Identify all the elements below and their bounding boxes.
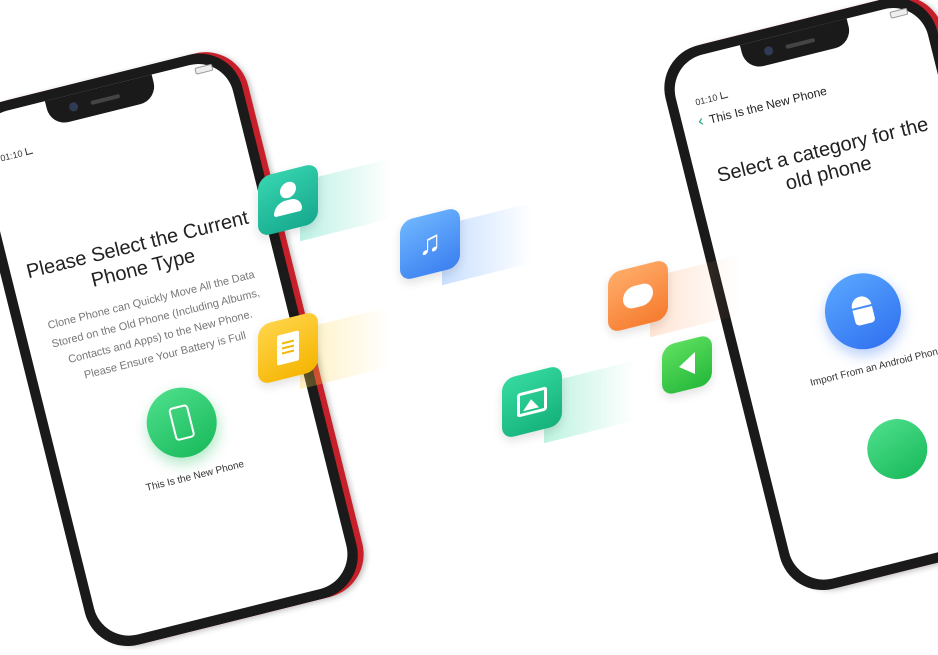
document-icon [277,330,299,366]
music-note-icon: ♫ [418,224,442,263]
phone-sparkle-icon [167,403,196,442]
back-triangle-icon [679,352,695,378]
status-time: 01:10 [694,92,719,108]
status-bar: 01:10 [694,90,728,108]
import-android-button[interactable] [816,265,909,358]
gallery-icon [517,386,547,418]
status-time: 01:10 [0,148,24,164]
message-bubble-icon [623,281,653,311]
new-phone-button[interactable] [139,380,225,466]
back-chevron-icon[interactable]: ‹ [696,112,705,130]
play-tile [662,333,712,397]
signal-icon [719,90,728,100]
next-option-button[interactable] [860,412,934,486]
status-bar: 01:10 [0,146,33,164]
signal-icon [24,146,33,156]
top-bar: ‹ This Is the New Phone [696,84,828,131]
page-title: Select a category for the old phone [694,107,938,216]
android-icon [847,294,879,329]
